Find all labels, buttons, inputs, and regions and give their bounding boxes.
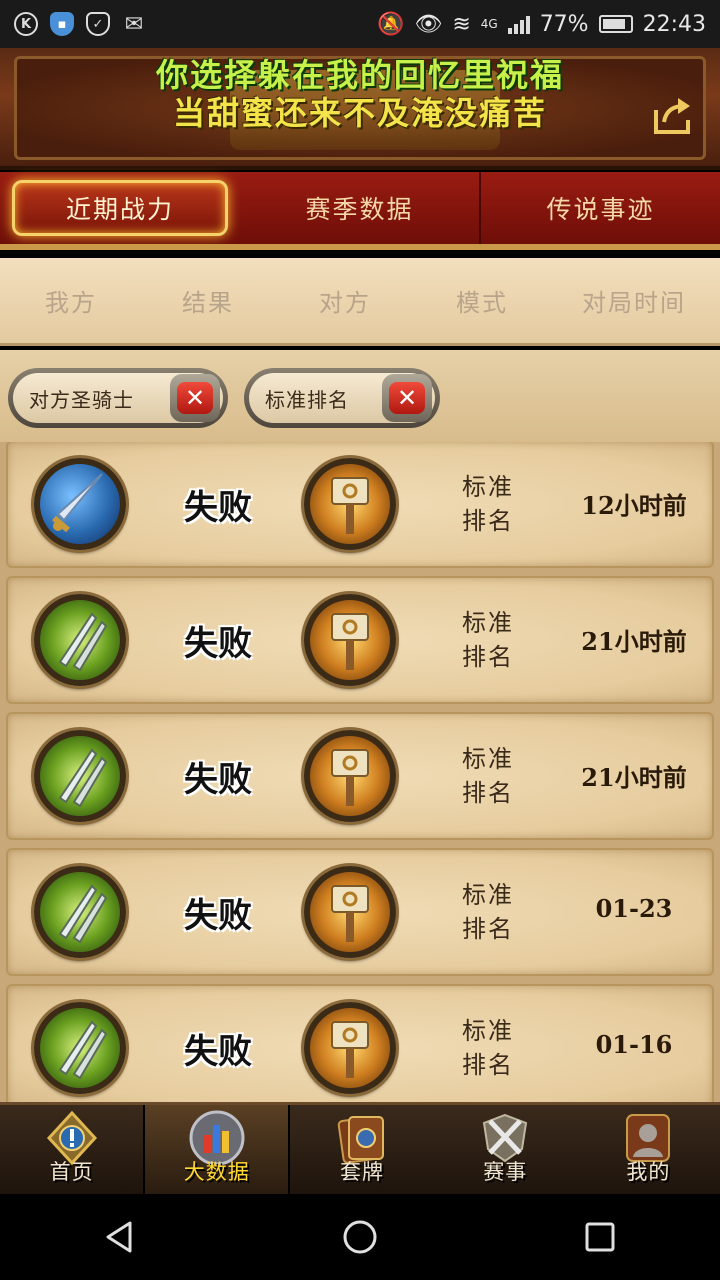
battery-percent: 77%: [539, 11, 589, 37]
remove-filter-button[interactable]: ✕: [382, 374, 432, 422]
tab-legend-record[interactable]: 传说事迹: [481, 172, 720, 244]
home-circle-icon: [343, 1220, 377, 1254]
match-result: 失败: [184, 488, 252, 528]
nav-bigdata[interactable]: 大数据: [143, 1105, 291, 1194]
mode-line-1: 标准: [462, 745, 514, 773]
wifi-icon: ≋: [452, 11, 471, 37]
back-triangle-icon: [106, 1221, 132, 1253]
mode-line-1: 标准: [462, 1017, 514, 1045]
paladin-icon: [304, 594, 396, 686]
mode-line-2: 排名: [462, 507, 514, 535]
network-type: 4G: [480, 17, 498, 31]
tab-season-data[interactable]: 赛季数据: [240, 172, 481, 244]
mode-line-2: 排名: [462, 915, 514, 943]
match-row[interactable]: 失败 标准排名 01-23: [6, 848, 714, 976]
signal-icon: [507, 14, 530, 34]
mute-icon: 🔕: [376, 11, 405, 37]
match-time: 01-16: [595, 1030, 673, 1059]
mode-line-1: 标准: [462, 609, 514, 637]
wechat-icon: ✉: [124, 11, 144, 37]
match-mode: 标准 排名: [438, 470, 538, 538]
match-result: 失败: [184, 760, 252, 800]
rogue-icon: [34, 594, 126, 686]
match-mode: 标准 排名: [438, 606, 538, 674]
mode-line-2: 排名: [462, 643, 514, 671]
nav-label: 首页: [49, 1160, 94, 1184]
column-header-result: 结果: [182, 289, 234, 317]
back-button[interactable]: [90, 1207, 150, 1267]
nav-deck[interactable]: 套牌: [290, 1105, 433, 1194]
match-row[interactable]: 失败 标准排名 12小时前: [6, 442, 714, 568]
battery-icon: [598, 15, 633, 33]
status-bar: K ▪ ✓ ✉ 🔕 👁 ≋ 4G 77% 22:43: [0, 0, 720, 48]
mode-line-2: 排名: [462, 779, 514, 807]
clock: 22:43: [642, 11, 706, 37]
column-header-mine: 我方: [45, 289, 97, 317]
close-icon: ✕: [389, 382, 425, 414]
column-header-match-time: 对局时间: [582, 289, 686, 317]
rogue-icon: [34, 1002, 126, 1094]
share-icon[interactable]: [650, 92, 696, 138]
filter-chip-standard-ranked: 标准排名 ✕: [244, 368, 440, 428]
rogue-icon: [34, 730, 126, 822]
match-mode: 标准 排名: [438, 742, 538, 810]
check-shield-icon: ✓: [86, 12, 110, 36]
eye-icon: 👁: [414, 11, 443, 37]
paladin-icon: [304, 1002, 396, 1094]
remove-filter-button[interactable]: ✕: [170, 374, 220, 422]
bottom-nav: 首页 大数据 套牌 赛事 我的: [0, 1102, 720, 1194]
match-time: 21小时前: [581, 627, 687, 656]
k-app-icon: K: [14, 12, 38, 36]
match-time: 01-23: [595, 894, 673, 923]
nav-home[interactable]: 首页: [0, 1105, 143, 1194]
nav-profile[interactable]: 我的: [577, 1105, 720, 1194]
filter-bar: 对方圣骑士 ✕ 标准排名 ✕: [0, 350, 720, 442]
home-button[interactable]: [330, 1207, 390, 1267]
filter-chip-opponent-paladin: 对方圣骑士 ✕: [8, 368, 228, 428]
match-mode: 标准 排名: [438, 878, 538, 946]
mode-line-1: 标准: [462, 881, 514, 909]
nav-label: 大数据: [183, 1160, 250, 1184]
match-result: 失败: [184, 896, 252, 936]
column-header-mode: 模式: [456, 289, 508, 317]
nav-label: 套牌: [340, 1160, 384, 1184]
match-list[interactable]: 失败 标准 排名 12小时前 失败 标准 排名 21小时前 失败 标准 排名 21小时…: [0, 442, 720, 1102]
mode-line-1: 标准: [462, 473, 514, 501]
tab-recent-power[interactable]: 近期战力: [12, 180, 228, 236]
header-banner: 你选择躲在我的回忆里祝福 当甜蜜还来不及淹没痛苦: [0, 48, 720, 170]
paladin-icon: [304, 866, 396, 958]
paladin-icon: [304, 730, 396, 822]
recents-button[interactable]: [570, 1207, 630, 1267]
match-row[interactable]: 失败 标准排名 21小时前: [6, 576, 714, 704]
mode-line-2: 排名: [462, 1051, 514, 1079]
nav-tournament[interactable]: 赛事: [434, 1105, 577, 1194]
tab-bar: 近期战力 赛季数据 传说事迹: [0, 172, 720, 250]
nav-label: 赛事: [483, 1160, 528, 1184]
recents-square-icon: [585, 1222, 615, 1252]
match-result: 失败: [184, 1032, 252, 1072]
match-row[interactable]: 失败 标准排名 01-16: [6, 984, 714, 1102]
security-shield-icon: ▪: [50, 12, 74, 36]
match-row[interactable]: 失败 标准排名 21小时前: [6, 712, 714, 840]
lyric-line-2: 当甜蜜还来不及淹没痛苦: [172, 94, 547, 132]
match-time: 12小时前: [581, 491, 687, 520]
match-mode: 标准 排名: [438, 1014, 538, 1082]
close-icon: ✕: [177, 382, 213, 414]
column-header-row: 我方 结果 对方 模式 对局时间: [0, 258, 720, 346]
match-time: 21小时前: [581, 763, 687, 792]
mage-icon: [34, 458, 126, 550]
column-header-opponent: 对方: [319, 289, 371, 317]
rogue-icon: [34, 866, 126, 958]
nav-label: 我的: [626, 1160, 671, 1184]
system-nav-bar: [0, 1194, 720, 1280]
match-result: 失败: [184, 624, 252, 664]
paladin-icon: [304, 458, 396, 550]
